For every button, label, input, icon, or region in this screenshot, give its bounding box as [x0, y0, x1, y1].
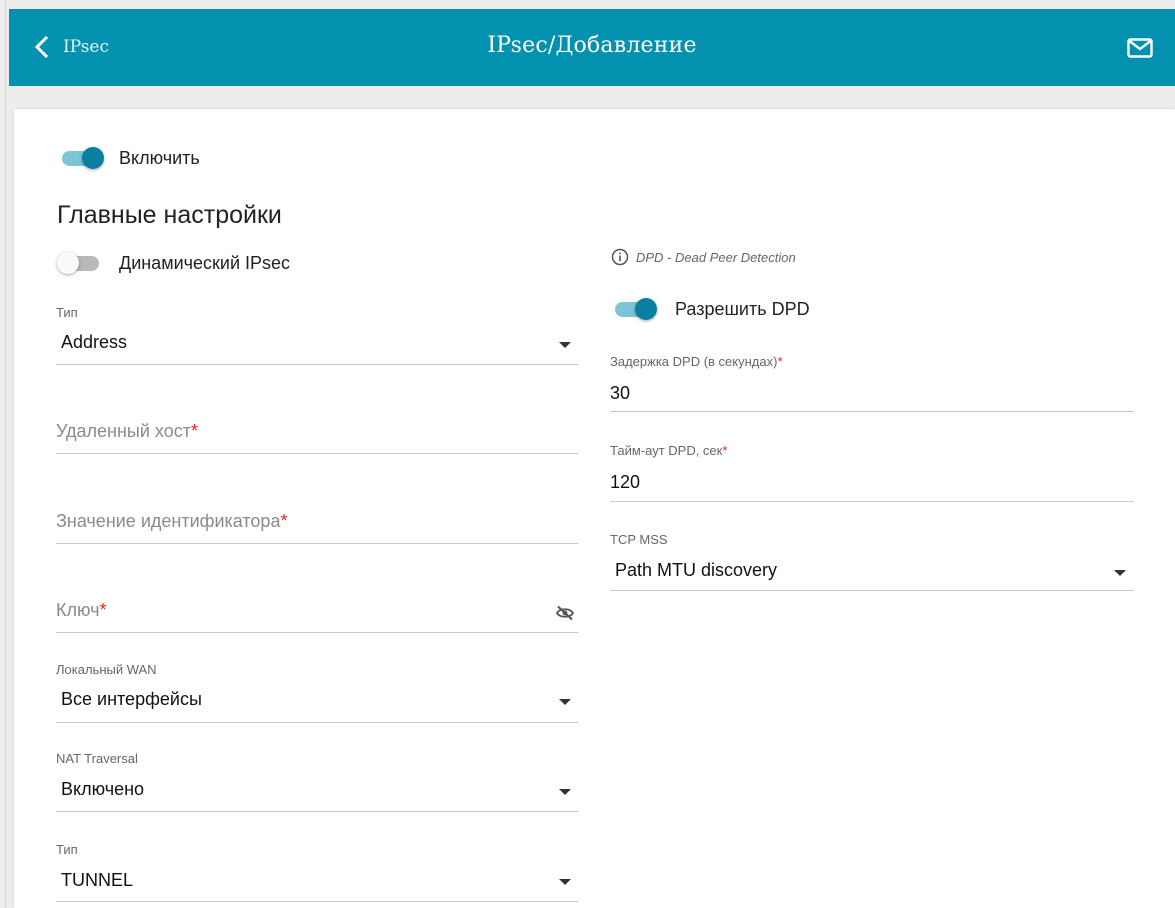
chevron-down-icon[interactable]: [559, 789, 571, 795]
identifier-value-placeholder: Значение идентификатора: [56, 511, 281, 531]
identifier-value-input[interactable]: Значение идентификатора*: [56, 511, 287, 532]
nat-traversal-value[interactable]: Включено: [61, 779, 144, 800]
required-mark: *: [722, 443, 728, 458]
local-wan-value[interactable]: Все интерфейсы: [61, 689, 202, 710]
remote-host-underline: [56, 453, 578, 454]
dpd-delay-input[interactable]: 30: [610, 383, 630, 404]
key-placeholder: Ключ: [56, 600, 100, 620]
dynamic-ipsec-toggle[interactable]: [57, 252, 103, 274]
dpd-info-text: DPD - Dead Peer Detection: [636, 249, 796, 265]
required-mark: *: [190, 421, 198, 441]
enable-label: Включить: [119, 148, 200, 168]
type-value[interactable]: Address: [61, 332, 127, 353]
type2-value[interactable]: TUNNEL: [61, 870, 133, 891]
dpd-delay-label-text: Задержка DPD (в секундах): [610, 354, 778, 369]
local-wan-underline: [56, 722, 578, 723]
type2-label: Тип: [56, 842, 78, 857]
dpd-delay-label: Задержка DPD (в секундах)*: [610, 354, 783, 369]
key-input[interactable]: Ключ*: [56, 600, 107, 621]
chevron-down-icon[interactable]: [559, 879, 571, 885]
tcp-mss-value[interactable]: Path MTU discovery: [615, 560, 777, 581]
identifier-value-underline: [56, 543, 578, 544]
dpd-timeout-input[interactable]: 120: [610, 472, 640, 493]
tcp-mss-label: TCP MSS: [610, 532, 668, 547]
section-title: Главные настройки: [57, 201, 282, 229]
dynamic-ipsec-label: Динамический IPsec: [119, 253, 291, 273]
type-select-underline: [56, 364, 578, 365]
toggle-knob: [635, 298, 657, 320]
required-mark: *: [280, 511, 288, 531]
required-mark: *: [777, 354, 783, 369]
dpd-timeout-underline: [610, 501, 1134, 502]
page-title: IPsec/Добавление: [487, 33, 697, 58]
remote-host-placeholder: Удаленный хост: [56, 421, 191, 441]
info-icon: [611, 248, 629, 266]
type-label: Тип: [56, 305, 78, 320]
dpd-timeout-label-text: Тайм-аут DPD, сек: [610, 443, 723, 458]
type2-underline: [56, 901, 578, 902]
allow-dpd-label: Разрешить DPD: [675, 299, 810, 319]
dpd-delay-underline: [610, 411, 1134, 412]
toggle-knob: [82, 147, 104, 169]
mail-icon[interactable]: [1127, 37, 1153, 59]
content-panel: Включить Главные настройки Динамический …: [14, 109, 1175, 908]
required-mark: *: [99, 600, 107, 620]
frame-border: [5, 0, 6, 908]
chevron-down-icon[interactable]: [559, 342, 571, 348]
enable-toggle[interactable]: [60, 147, 106, 169]
dpd-timeout-label: Тайм-аут DPD, сек*: [610, 443, 727, 458]
key-underline: [56, 632, 578, 633]
nat-traversal-label: NAT Traversal: [56, 751, 138, 766]
eye-off-icon[interactable]: [555, 605, 575, 621]
toggle-knob: [57, 252, 79, 274]
header-bar: IPsec IPsec/Добавление: [9, 9, 1175, 86]
chevron-down-icon[interactable]: [559, 699, 571, 705]
tcp-mss-underline: [610, 590, 1134, 591]
chevron-down-icon[interactable]: [1114, 570, 1126, 576]
dpd-info: DPD - Dead Peer Detection: [611, 248, 796, 266]
local-wan-label: Локальный WAN: [56, 662, 157, 677]
allow-dpd-toggle[interactable]: [613, 298, 659, 320]
nat-traversal-underline: [56, 811, 578, 812]
remote-host-input[interactable]: Удаленный хост*: [56, 421, 198, 442]
